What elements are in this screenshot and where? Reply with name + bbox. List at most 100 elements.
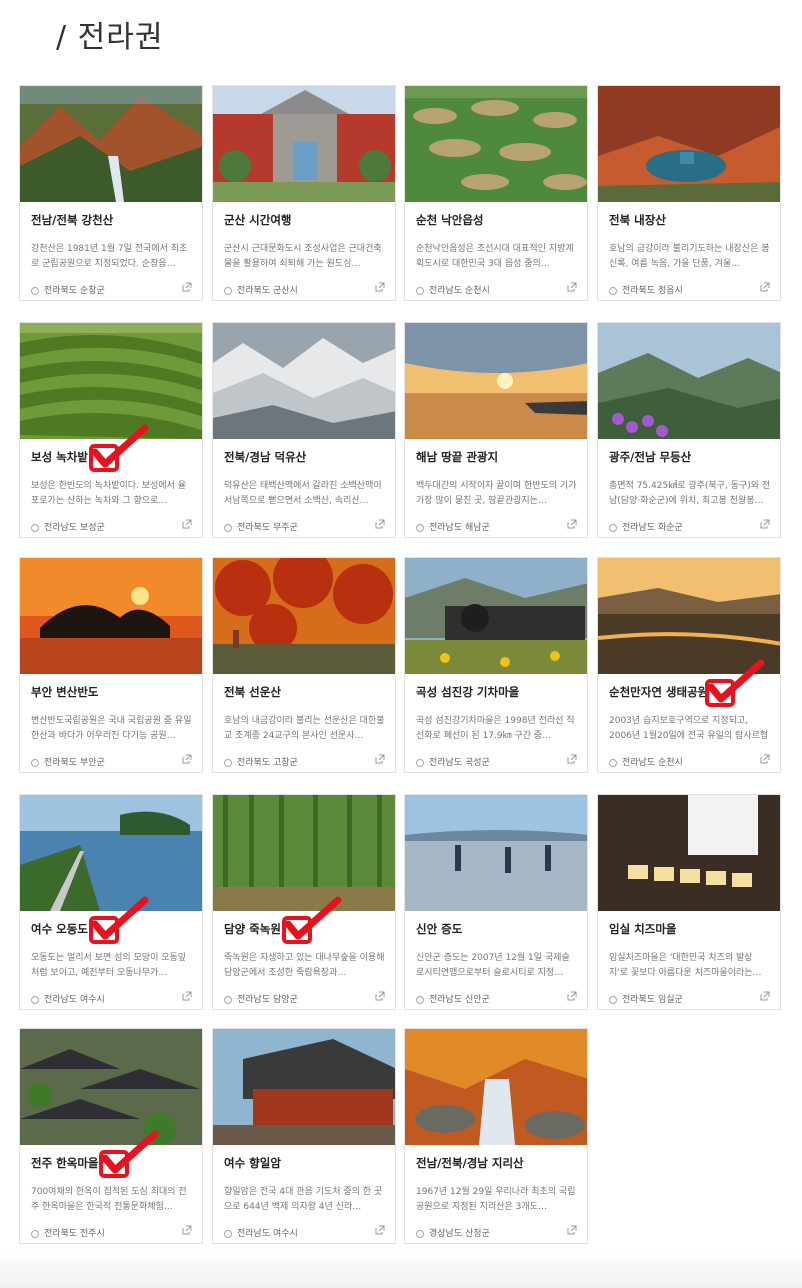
attraction-location: 전라남도 신안군 [416, 992, 556, 1005]
attraction-location: 전라북도 임실군 [609, 992, 749, 1005]
attraction-image[interactable] [213, 1029, 395, 1145]
attraction-description: 총면적 75.425㎢로 광주(북구, 동구)와 전남(담양·화순군)에 위치,… [609, 481, 771, 506]
attraction-image[interactable] [405, 86, 587, 202]
location-label: 전라북도 고창군 [237, 758, 298, 768]
attraction-image[interactable] [20, 323, 202, 439]
attraction-image[interactable] [20, 558, 202, 674]
attraction-image[interactable] [213, 795, 395, 911]
attraction-description: 군산시 근대문화도시 조성사업은 근대건축물을 활용하여 쇠퇴해 가는 원도심… [224, 244, 382, 269]
location-pin-icon [609, 995, 617, 1004]
attraction-image[interactable] [20, 795, 202, 911]
attraction-image[interactable] [598, 795, 780, 911]
attraction-title[interactable]: 전남/전북/경남 지리산 [416, 1155, 581, 1171]
attraction-description: 임실치즈마을은 '대한민국 치즈의 발상지'로 꽃보다 아름다운 치즈마을이라는… [609, 953, 762, 978]
attraction-location: 경상남도 산청군 [416, 1226, 556, 1239]
share-icon[interactable] [375, 282, 385, 292]
attraction-location: 전라북도 정읍시 [609, 283, 749, 296]
share-icon[interactable] [182, 282, 192, 292]
location-pin-icon [609, 286, 617, 295]
attraction-card[interactable]: 순천 낙안읍성 순천낙안읍성은 조선시대 대표적인 지방계획도시로 대한민국 3대… [404, 85, 588, 301]
attraction-title[interactable]: 광주/전남 무등산 [609, 449, 774, 465]
attraction-image[interactable] [20, 1029, 202, 1145]
attraction-card[interactable]: 해남 땅끝 관광지 백두대간의 시작이자 끝이며 한반도의 기가 가장 많이 뭉친… [404, 322, 588, 538]
share-icon[interactable] [375, 991, 385, 1001]
attraction-description: 호남의 금강이라 불리기도하는 내장산은 봄 신록, 여름 녹음, 가을 단풍,… [609, 244, 770, 269]
location-pin-icon [609, 523, 617, 532]
attraction-location: 전라북도 부안군 [31, 755, 171, 768]
share-icon[interactable] [567, 754, 577, 764]
location-label: 전라남도 담양군 [237, 995, 298, 1005]
attraction-description: 1967년 12월 29일 우리나라 최초의 국립공원으로 지정된 지리산은 3… [416, 1187, 576, 1212]
share-icon[interactable] [760, 282, 770, 292]
attraction-title[interactable]: 군산 시간여행 [224, 212, 389, 228]
attraction-image[interactable] [598, 323, 780, 439]
share-icon[interactable] [567, 282, 577, 292]
attraction-image[interactable] [405, 323, 587, 439]
share-icon[interactable] [567, 1225, 577, 1235]
share-icon[interactable] [182, 754, 192, 764]
attraction-image[interactable] [598, 86, 780, 202]
attraction-card[interactable]: 광주/전남 무등산총면적 75.425㎢로 광주(북구, 동구)와 전남(담양·… [597, 322, 781, 538]
share-icon[interactable] [567, 991, 577, 1001]
attraction-location: 전라북도 전주시 [31, 1226, 171, 1239]
attraction-image[interactable] [213, 86, 395, 202]
share-icon[interactable] [760, 754, 770, 764]
attraction-image[interactable] [213, 323, 395, 439]
attraction-title[interactable]: 곡성 섬진강 기차마을 [416, 684, 581, 700]
attraction-title[interactable]: 전북 선운산 [224, 684, 389, 700]
attraction-card[interactable]: 전북 선운산 호남의 내금강이라 불리는 선운산은 대한불교 조계종 24교구의 … [212, 557, 396, 773]
attraction-title[interactable]: 전북/경남 덕유산 [224, 449, 389, 465]
share-icon[interactable] [760, 991, 770, 1001]
location-label: 전라북도 군산시 [237, 286, 298, 296]
attraction-title[interactable]: 전북 내장산 [609, 212, 774, 228]
attraction-card[interactable]: 임실 치즈마을임실치즈마을은 '대한민국 치즈의 발상지'로 꽃보다 아름다운 … [597, 794, 781, 1010]
share-icon[interactable] [182, 991, 192, 1001]
attraction-title[interactable]: 부안 변산반도 [31, 684, 196, 700]
attraction-card[interactable]: 전남/전북/경남 지리산 1967년 12월 29일 우리나라 최초의 국립공원으… [404, 1028, 588, 1244]
checkmark-icon [87, 424, 151, 474]
attraction-location: 전라남도 여수시 [31, 992, 171, 1005]
share-icon[interactable] [375, 519, 385, 529]
attraction-title[interactable]: 신안 증도 [416, 921, 581, 937]
location-pin-icon [224, 995, 232, 1004]
attraction-image[interactable] [405, 558, 587, 674]
attraction-title[interactable]: 순천 낙안읍성 [416, 212, 581, 228]
share-icon[interactable] [375, 754, 385, 764]
location-label: 경상남도 산청군 [429, 1229, 490, 1239]
attraction-location: 전라남도 순천시 [416, 283, 556, 296]
attraction-card[interactable]: 전북/경남 덕유산 덕유산은 태백산맥에서 갈라진 소백산맥이 서남쪽으로 뻗으면… [212, 322, 396, 538]
attraction-card[interactable]: 여수 향일암향일암은 전국 4대 관음 기도처 중의 한 곳으로 644년 백제… [212, 1028, 396, 1244]
attraction-image[interactable] [405, 1029, 587, 1145]
attraction-card[interactable]: 곡성 섬진강 기차마을 곡성 섬진강기차마을은 1998년 전라선 직선화로 폐선… [404, 557, 588, 773]
share-icon[interactable] [182, 519, 192, 529]
location-label: 전라북도 순창군 [44, 286, 105, 296]
attraction-image[interactable] [213, 558, 395, 674]
attraction-image[interactable] [598, 558, 780, 674]
attraction-description: 향일암은 전국 4대 관음 기도처 중의 한 곳으로 644년 백제 의자왕 4… [224, 1187, 383, 1212]
checkmark-icon [703, 659, 767, 709]
attraction-card[interactable]: 군산 시간여행군산시 근대문화도시 조성사업은 근대건축물을 활용하여 쇠퇴해 … [212, 85, 396, 301]
location-label: 전라남도 순천시 [429, 286, 490, 296]
attraction-card[interactable]: 부안 변산반도 변산반도국립공원은 국내 국립공원 중 유일 한산과 바다가 어우… [19, 557, 203, 773]
location-pin-icon [31, 1229, 39, 1238]
location-pin-icon [224, 523, 232, 532]
attraction-location: 전라남도 곡성군 [416, 755, 556, 768]
attraction-image[interactable] [405, 795, 587, 911]
share-icon[interactable] [375, 1225, 385, 1235]
share-icon[interactable] [567, 519, 577, 529]
attraction-card[interactable]: 전북 내장산호남의 금강이라 불리기도하는 내장산은 봄 신록, 여름 녹음, … [597, 85, 781, 301]
location-label: 전라북도 임실군 [622, 995, 683, 1005]
attraction-card[interactable]: 신안 증도신안군 증도는 2007년 12월 1일 국제슬로시티연맹으로부터 슬… [404, 794, 588, 1010]
checkmark-icon [280, 896, 344, 946]
attraction-title[interactable]: 임실 치즈마을 [609, 921, 774, 937]
attraction-title[interactable]: 여수 향일암 [224, 1155, 389, 1171]
attraction-description: 오동도는 멀리서 보면 섬의 모양이 오동잎처럼 보이고, 예전부터 오동나무가… [31, 953, 187, 978]
attraction-description: 700여채의 한옥이 집적된 도심 최대의 전주 한옥마을은 한국적 전통문화체… [31, 1187, 187, 1212]
share-icon[interactable] [760, 519, 770, 529]
attraction-description: 신안군 증도는 2007년 12월 1일 국제슬로시티연맹으로부터 슬로시티로 … [416, 953, 570, 978]
attraction-title[interactable]: 전남/전북 강천산 [31, 212, 196, 228]
attraction-title[interactable]: 해남 땅끝 관광지 [416, 449, 581, 465]
attraction-card[interactable]: 전남/전북 강천산 강천산은 1981년 1월 7일 전국에서 최초로 군립공원으… [19, 85, 203, 301]
attraction-image[interactable] [20, 86, 202, 202]
share-icon[interactable] [182, 1225, 192, 1235]
